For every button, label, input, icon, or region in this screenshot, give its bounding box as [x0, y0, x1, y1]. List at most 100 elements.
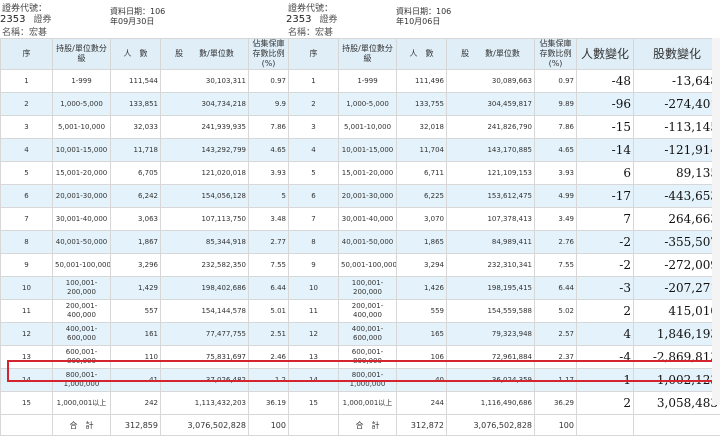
- cell-shares-change: -2,869,813: [634, 346, 720, 369]
- cell-pct-left: 9.9: [249, 93, 289, 116]
- cell-seq-right: 9: [289, 254, 339, 277]
- cell-seq-left: 4: [1, 139, 53, 162]
- right-date-value: 年10月06日: [396, 16, 440, 27]
- cell-people-change: -14: [577, 139, 634, 162]
- cell-shares-right: 153,612,475: [447, 185, 535, 208]
- cell-shares-change: 89,135: [634, 162, 720, 185]
- cell-seq-right: 12: [289, 323, 339, 346]
- total-seq-right: [289, 415, 339, 436]
- cell-seq-left: 12: [1, 323, 53, 346]
- right-stock-code: 2353: [286, 14, 311, 25]
- cell-shares-right: 143,170,885: [447, 139, 535, 162]
- table-row: 21,000-5,000133,851304,734,2189.921,000-…: [1, 93, 720, 116]
- cell-seq-right: 5: [289, 162, 339, 185]
- cell-range-right: 15,001-20,000: [339, 162, 397, 185]
- col-shares-left: 股 數/單位數: [161, 39, 249, 70]
- cell-shares-change: -272,009: [634, 254, 720, 277]
- cell-pct-left: 1.2: [249, 369, 289, 392]
- cell-seq-left: 10: [1, 277, 53, 300]
- cell-people-change: 2: [577, 392, 634, 415]
- left-date-value: 年09月30日: [110, 16, 154, 27]
- table-row: 515,001-20,0006,705121,020,0183.93515,00…: [1, 162, 720, 185]
- cell-shares-left: 85,344,918: [161, 231, 249, 254]
- cell-pct-right: 7.55: [535, 254, 577, 277]
- table-row: 950,001-100,0003,296232,582,3507.55950,0…: [1, 254, 720, 277]
- col-pct-left: 佔集保庫存數比例 (%): [249, 39, 289, 70]
- cell-range-left: 1,000-5,000: [53, 93, 111, 116]
- cell-shares-change: -207,271: [634, 277, 720, 300]
- cell-seq-left: 15: [1, 392, 53, 415]
- cell-shares-right: 107,378,413: [447, 208, 535, 231]
- cell-people-right: 11,704: [397, 139, 447, 162]
- cell-seq-right: 2: [289, 93, 339, 116]
- cell-shares-right: 1,116,490,686: [447, 392, 535, 415]
- cell-people-right: 32,018: [397, 116, 447, 139]
- cell-shares-change: -355,507: [634, 231, 720, 254]
- cell-shares-right: 84,989,411: [447, 231, 535, 254]
- cell-range-right: 1,000-5,000: [339, 93, 397, 116]
- table-row: 410,001-15,00011,718143,292,7994.65410,0…: [1, 139, 720, 162]
- cell-people-left: 161: [111, 323, 161, 346]
- cell-people-left: 11,718: [111, 139, 161, 162]
- left-stock-code: 2353: [0, 14, 25, 25]
- cell-pct-left: 2.51: [249, 323, 289, 346]
- cell-seq-right: 15: [289, 392, 339, 415]
- cell-shares-right: 304,459,817: [447, 93, 535, 116]
- cell-shares-change: -443,653: [634, 185, 720, 208]
- cell-people-change: 2: [577, 300, 634, 323]
- right-code-line: 2353 證券: [286, 12, 337, 25]
- cell-seq-right: 8: [289, 231, 339, 254]
- cell-shares-left: 30,103,311: [161, 70, 249, 93]
- cell-seq-left: 1: [1, 70, 53, 93]
- cell-people-right: 1,426: [397, 277, 447, 300]
- cell-people-right: 106: [397, 346, 447, 369]
- right-code-suffix: 證券: [319, 15, 337, 25]
- cell-people-change: -4: [577, 346, 634, 369]
- total-shares-right: 3,076,502,828: [447, 415, 535, 436]
- cell-people-right: 1,865: [397, 231, 447, 254]
- cell-seq-right: 6: [289, 185, 339, 208]
- cell-range-left: 1-999: [53, 70, 111, 93]
- cell-people-change: -3: [577, 277, 634, 300]
- cell-range-right: 1-999: [339, 70, 397, 93]
- cell-pct-right: 6.44: [535, 277, 577, 300]
- table-row: 11200,001- 400,000557154,144,5785.011120…: [1, 300, 720, 323]
- cell-people-change: -48: [577, 70, 634, 93]
- col-seq-right: 序: [289, 39, 339, 70]
- col-pct-right: 佔集保庫存數比例 (%): [535, 39, 577, 70]
- total-label-left: 合 計: [53, 415, 111, 436]
- cell-people-right: 165: [397, 323, 447, 346]
- col-shares-change: 股數變化: [634, 39, 720, 70]
- cell-pct-left: 36.19: [249, 392, 289, 415]
- cell-people-left: 41: [111, 369, 161, 392]
- cell-people-change: -17: [577, 185, 634, 208]
- table-row: 10100,001- 200,0001,429198,402,6866.4410…: [1, 277, 720, 300]
- cell-pct-left: 2.46: [249, 346, 289, 369]
- cell-shares-right: 154,559,588: [447, 300, 535, 323]
- cell-range-left: 10,001-15,000: [53, 139, 111, 162]
- cell-pct-right: 3.49: [535, 208, 577, 231]
- cell-pct-right: 3.93: [535, 162, 577, 185]
- cell-people-left: 3,063: [111, 208, 161, 231]
- cell-seq-left: 5: [1, 162, 53, 185]
- cell-people-change: -15: [577, 116, 634, 139]
- cell-shares-change: -1,002,123: [634, 369, 720, 392]
- cell-shares-left: 1,113,432,203: [161, 392, 249, 415]
- cell-shares-left: 77,477,755: [161, 323, 249, 346]
- cell-shares-change: 415,010: [634, 300, 720, 323]
- table-row: 730,001-40,0003,063107,113,7503.48730,00…: [1, 208, 720, 231]
- cell-shares-left: 241,939,935: [161, 116, 249, 139]
- left-code-suffix: 證券: [33, 15, 51, 25]
- cell-people-left: 110: [111, 346, 161, 369]
- cell-people-right: 133,755: [397, 93, 447, 116]
- cell-shares-right: 121,109,153: [447, 162, 535, 185]
- cell-people-left: 1,867: [111, 231, 161, 254]
- cell-people-right: 3,294: [397, 254, 447, 277]
- cell-people-left: 1,429: [111, 277, 161, 300]
- cell-shares-left: 75,831,697: [161, 346, 249, 369]
- table-row: 620,001-30,0006,242154,056,1285620,001-3…: [1, 185, 720, 208]
- cell-range-right: 5,001-10,000: [339, 116, 397, 139]
- table-row: 840,001-50,0001,86785,344,9182.77840,001…: [1, 231, 720, 254]
- cell-shares-right: 36,024,359: [447, 369, 535, 392]
- cell-people-change: 4: [577, 323, 634, 346]
